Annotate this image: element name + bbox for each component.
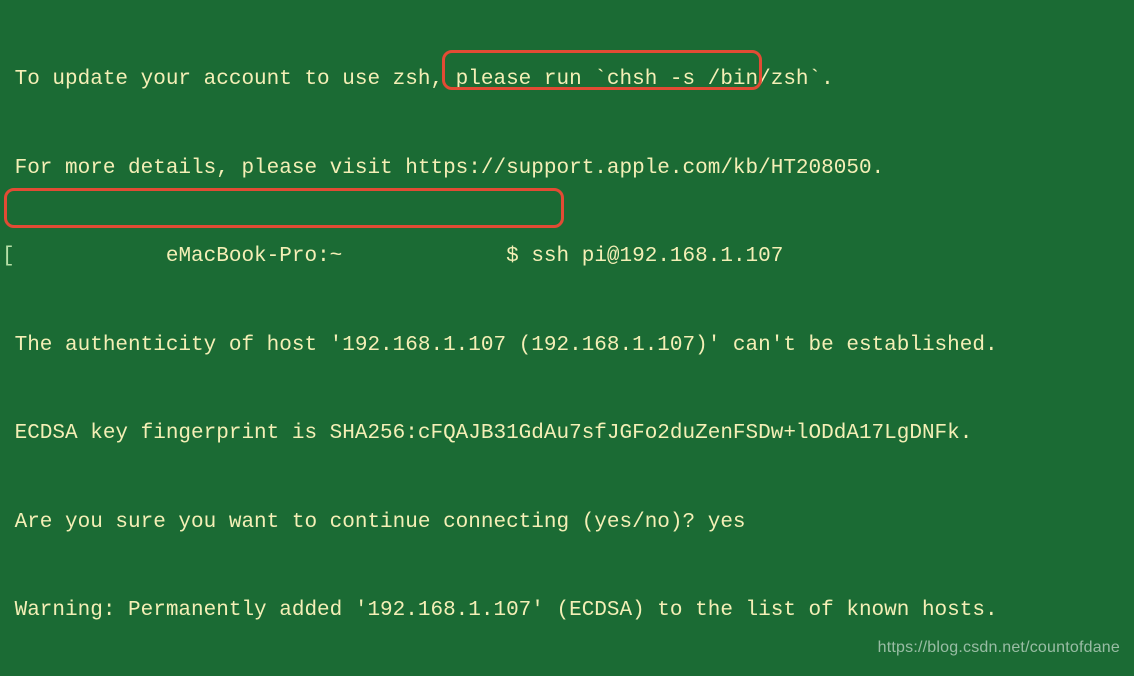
bracket-glyph: [ <box>2 245 15 268</box>
terminal-line: For more details, please visit https://s… <box>2 154 1134 184</box>
terminal-line: The authenticity of host '192.168.1.107 … <box>2 331 1134 361</box>
watermark-text: https://blog.csdn.net/countofdane <box>878 633 1120 663</box>
terminal-line: ECDSA key fingerprint is SHA256:cFQAJB31… <box>2 419 1134 449</box>
terminal-window[interactable]: To update your account to use zsh, pleas… <box>0 0 1134 676</box>
hostname-fragment: eMacBook-Pro:~ <box>166 245 355 268</box>
terminal-line: Are you sure you want to continue connec… <box>2 508 1134 538</box>
redacted-username <box>355 242 506 272</box>
ssh-command: $ ssh pi@192.168.1.107 <box>506 245 783 268</box>
terminal-line: To update your account to use zsh, pleas… <box>2 65 1134 95</box>
annotation-box <box>4 188 564 228</box>
terminal-line: [ eMacBook-Pro:~ $ ssh pi@192.168.1.107 <box>2 242 1134 272</box>
redacted-username <box>15 242 166 272</box>
terminal-line: Warning: Permanently added '192.168.1.10… <box>2 596 1134 626</box>
